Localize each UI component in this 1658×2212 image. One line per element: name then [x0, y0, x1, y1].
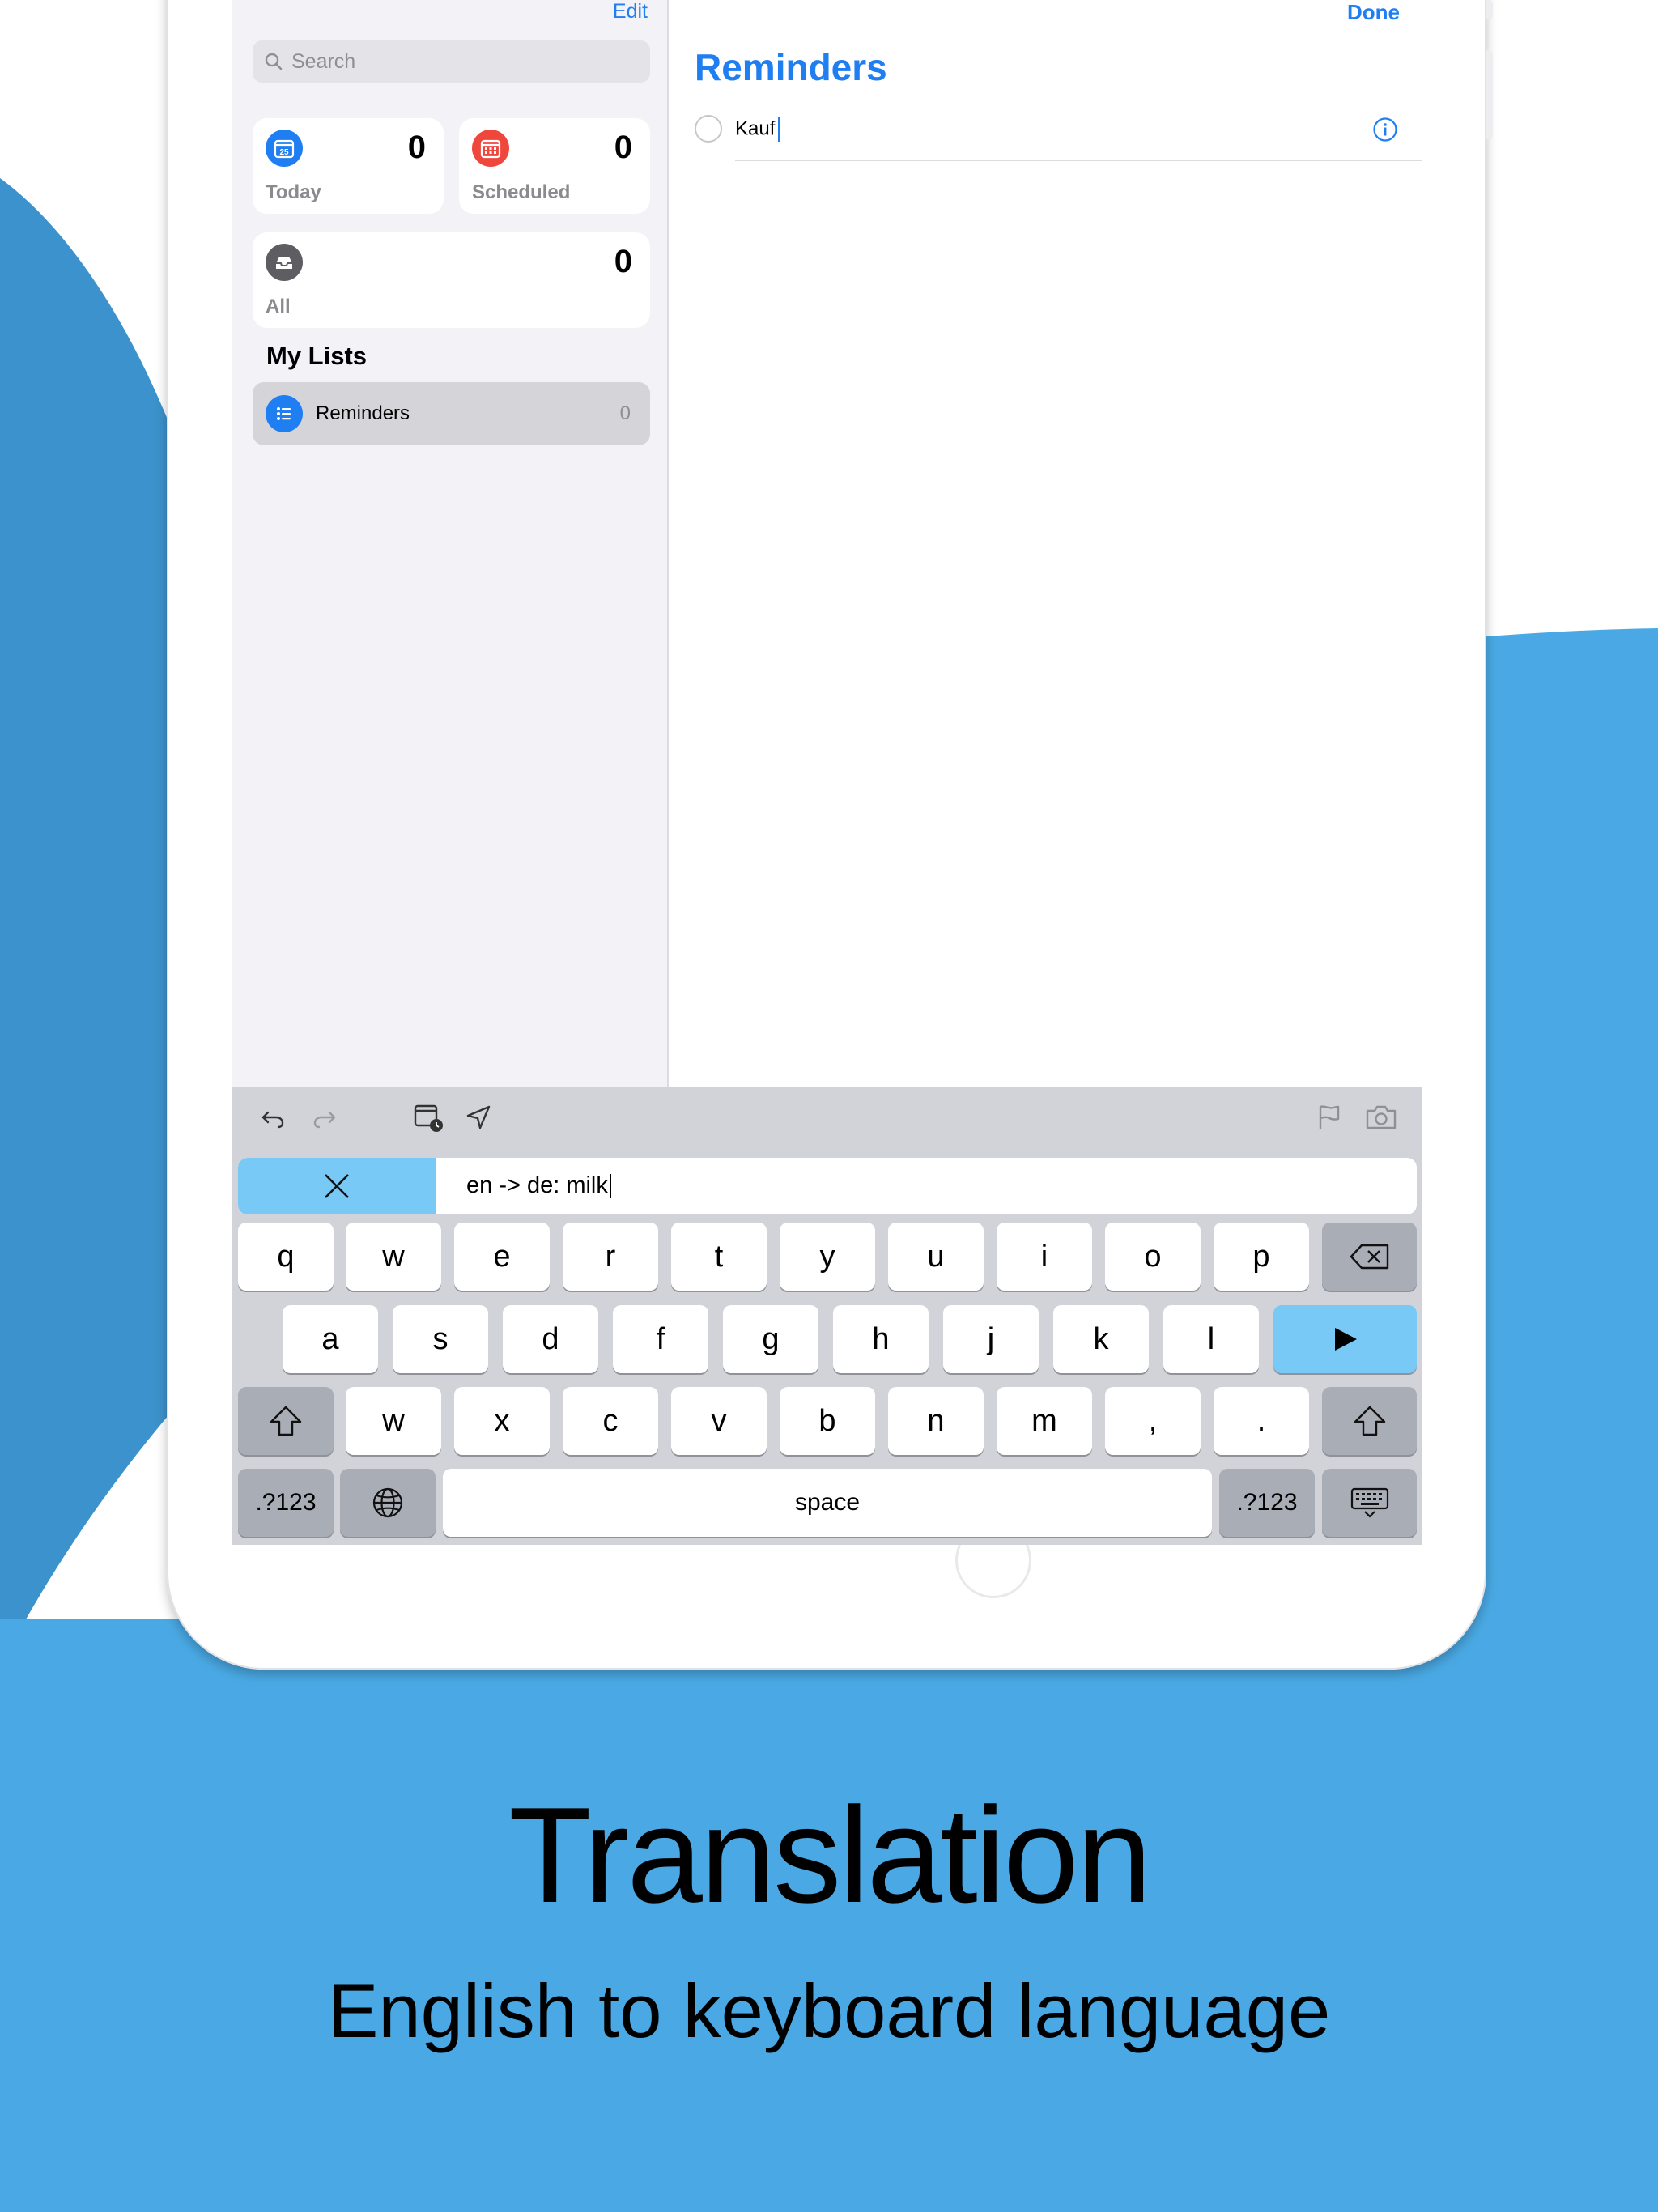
key[interactable]: d [503, 1305, 598, 1373]
undo-icon[interactable] [258, 1103, 287, 1132]
ipad-screen: Edit Search 25 0 Today 0 Scheduled 0 All… [232, 0, 1422, 1545]
key[interactable]: x [454, 1387, 550, 1455]
all-count: 0 [614, 244, 632, 279]
key[interactable]: p [1214, 1223, 1309, 1291]
backspace-key[interactable] [1322, 1223, 1417, 1291]
volume-button [1486, 0, 1493, 19]
key[interactable]: t [671, 1223, 767, 1291]
key[interactable]: n [888, 1387, 984, 1455]
reminder-separator [735, 160, 1422, 161]
calendar-scheduled-icon [472, 130, 509, 167]
list-item-count: 0 [619, 402, 631, 424]
space-key[interactable]: space [443, 1469, 1212, 1537]
key[interactable]: , [1105, 1387, 1201, 1455]
tray-icon [266, 244, 303, 281]
today-icon-date: 25 [279, 148, 289, 157]
key[interactable]: c [563, 1387, 658, 1455]
key[interactable]: f [613, 1305, 708, 1373]
dismiss-keyboard-key[interactable] [1322, 1469, 1417, 1537]
my-lists-heading: My Lists [266, 342, 368, 370]
scheduled-label: Scheduled [472, 181, 571, 203]
key[interactable]: h [833, 1305, 929, 1373]
keyboard-dismiss-icon [1350, 1487, 1388, 1518]
key[interactable]: u [888, 1223, 984, 1291]
camera-icon[interactable] [1364, 1103, 1398, 1132]
detail-pane: Done Reminders Kauf [670, 0, 1422, 1087]
shift-icon [270, 1406, 302, 1436]
key[interactable]: g [723, 1305, 818, 1373]
key[interactable]: i [997, 1223, 1092, 1291]
headline: Translation [508, 1779, 1152, 1931]
key[interactable]: a [283, 1305, 378, 1373]
delete-backward-icon [1350, 1244, 1388, 1270]
edit-button[interactable]: Edit [613, 0, 648, 23]
translation-input-text: en -> de: milk [466, 1172, 608, 1198]
key[interactable]: o [1105, 1223, 1201, 1291]
translation-bar[interactable]: en -> de: milk [238, 1158, 1417, 1214]
location-arrow-icon[interactable] [464, 1103, 493, 1132]
globe-icon [372, 1487, 403, 1518]
search-icon [265, 53, 283, 70]
key[interactable]: q [238, 1223, 334, 1291]
text-cursor [778, 117, 781, 142]
list-item-reminders[interactable]: Reminders 0 [253, 382, 650, 445]
scheduled-count: 0 [614, 130, 632, 165]
search-field[interactable]: Search [253, 40, 650, 83]
all-label: All [266, 296, 291, 317]
flag-icon[interactable] [1314, 1103, 1343, 1132]
numbers-key-left[interactable]: .?123 [238, 1469, 334, 1537]
sidebar: Edit Search 25 0 Today 0 Scheduled 0 All… [232, 0, 669, 1087]
reminder-text-input[interactable]: Kauf [735, 117, 781, 142]
reminder-checkbox[interactable] [695, 115, 722, 143]
key[interactable]: y [780, 1223, 875, 1291]
list-title: Reminders [695, 46, 887, 88]
key[interactable]: j [943, 1305, 1039, 1373]
keyboard: en -> de: milk q w e r t y u i o p a s d… [232, 1087, 1422, 1545]
calendar-clock-icon[interactable] [412, 1101, 444, 1134]
key[interactable]: . [1214, 1387, 1309, 1455]
translation-close-button[interactable] [238, 1158, 436, 1214]
redo-icon[interactable] [310, 1103, 339, 1132]
play-icon [1334, 1328, 1357, 1351]
key[interactable]: w [346, 1223, 441, 1291]
translation-cursor [609, 1174, 611, 1199]
translate-go-key[interactable] [1273, 1305, 1417, 1373]
shift-icon [1354, 1406, 1385, 1436]
key[interactable]: l [1163, 1305, 1259, 1373]
today-card[interactable]: 25 0 Today [253, 118, 444, 214]
translation-input[interactable]: en -> de: milk [466, 1172, 611, 1199]
key[interactable]: r [563, 1223, 658, 1291]
today-count: 0 [407, 130, 426, 165]
key[interactable]: s [393, 1305, 488, 1373]
today-label: Today [266, 181, 321, 203]
done-button[interactable]: Done [1347, 0, 1400, 25]
key[interactable]: v [671, 1387, 767, 1455]
key[interactable]: b [780, 1387, 875, 1455]
key[interactable]: k [1053, 1305, 1149, 1373]
reminder-text: Kauf [735, 117, 776, 140]
key[interactable]: w [346, 1387, 441, 1455]
subheadline: English to keyboard language [327, 1968, 1331, 2053]
calendar-today-icon: 25 [266, 130, 303, 167]
side-button [1486, 50, 1493, 139]
search-placeholder: Search [291, 49, 356, 73]
close-icon [325, 1174, 349, 1198]
shift-key-right[interactable] [1322, 1387, 1417, 1455]
all-card[interactable]: 0 All [253, 232, 650, 328]
numbers-key-right[interactable]: .?123 [1219, 1469, 1315, 1537]
list-bullet-icon [266, 395, 303, 432]
scheduled-card[interactable]: 0 Scheduled [459, 118, 650, 214]
key[interactable]: m [997, 1387, 1092, 1455]
list-item-label: Reminders [316, 402, 410, 424]
key[interactable]: e [454, 1223, 550, 1291]
info-icon[interactable] [1372, 117, 1398, 143]
shift-key-left[interactable] [238, 1387, 334, 1455]
globe-key[interactable] [340, 1469, 436, 1537]
